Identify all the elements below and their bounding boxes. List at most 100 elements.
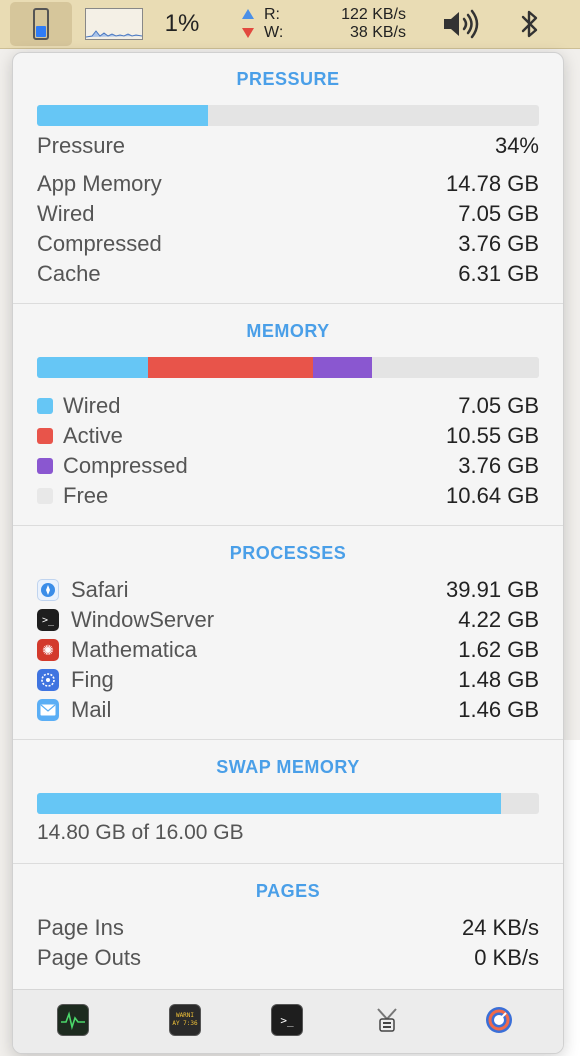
row-value: 1.48 GB [458,667,539,692]
swap-title: SWAP MEMORY [216,757,360,777]
swap-section: SWAP MEMORY 14.80 GB of 16.00 GB [13,739,563,864]
row-label: Mathematica [71,637,197,662]
swap-usage-text: 14.80 GB of 16.00 GB [37,821,244,844]
speaker-icon [444,9,479,39]
bluetooth-icon [521,10,538,38]
row-value: 7.05 GB [458,201,539,226]
pages-row: Page Outs 0 KB/s [37,943,539,973]
swap-bar-fill [37,793,502,814]
row-label: Compressed [63,453,188,478]
pressure-title: PRESSURE [236,69,340,89]
istat-icon[interactable] [483,1004,515,1036]
activity-monitor-icon[interactable] [57,1004,89,1036]
pressure-section: PRESSURE Pressure 34% App Memory 14.78 G… [13,53,563,304]
pages-row: Page Ins 24 KB/s [37,913,539,943]
memory-bar-segment-active [147,357,314,378]
memory-section: MEMORY Wired 7.05 GB Active 10.55 GB Com… [13,303,563,526]
processes-title: PROCESSES [229,543,347,563]
net-read-label: R: [264,6,280,23]
memory-row: Compressed 3.76 GB [37,451,539,481]
row-value: 1.62 GB [458,637,539,662]
terminal-icon[interactable]: >_ [271,1004,303,1036]
memory-row: Active 10.55 GB [37,421,539,451]
pressure-value: 34% [494,133,539,158]
cpu-percent[interactable]: 1% [158,0,206,48]
row-value: 39.91 GB [446,577,539,602]
row-value: 24 KB/s [461,915,539,940]
row-label: Active [63,423,123,448]
terminal-icon: >_ [37,609,59,631]
process-row[interactable]: ✺ Mathematica 1.62 GB [37,635,539,665]
row-label: Free [63,483,109,508]
row-value: 0 KB/s [474,945,539,970]
row-value: 3.76 GB [458,231,539,256]
row-value: 10.55 GB [446,423,539,448]
row-value: 10.64 GB [446,483,539,508]
memory-bar [37,357,539,378]
memory-row: Wired 7.05 GB [37,391,539,421]
free-swatch [37,488,53,504]
row-label: WindowServer [71,607,215,632]
upload-arrow-icon [242,9,254,19]
memory-menu-item[interactable] [10,2,72,46]
pressure-label: Pressure [37,133,126,158]
download-arrow-icon [242,28,254,38]
row-label: Cache [37,261,101,286]
volume-menu-item[interactable] [436,0,486,48]
swap-bar [37,793,539,814]
bluetooth-menu-item[interactable] [510,0,550,48]
row-label: Wired [63,393,121,418]
process-row[interactable]: >_ WindowServer 4.22 GB [37,605,539,635]
memory-bar-segment-compressed [313,357,373,378]
row-value: 7.05 GB [458,393,539,418]
row-value: 4.22 GB [458,607,539,632]
active-swatch [37,428,53,444]
wired-swatch [37,398,53,414]
memory-bar-segment-wired [37,357,148,378]
cpu-graph-menu-item[interactable] [84,0,144,48]
row-value: 14.78 GB [446,171,539,196]
pressure-detail-row: Wired 7.05 GB [37,199,539,229]
net-write-label: W: [264,24,284,41]
pages-title: PAGES [255,881,321,901]
net-read-value: 122 KB/s [341,6,406,23]
process-row[interactable]: Mail 1.46 GB [37,695,539,725]
pages-section: PAGES Page Ins 24 KB/s Page Outs 0 KB/s [13,863,563,989]
row-label: Fing [71,667,114,692]
system-information-icon[interactable] [371,1004,403,1036]
net-write-value: 38 KB/s [349,24,406,41]
pressure-bar [37,105,539,126]
row-label: Page Outs [37,945,141,970]
row-value: 1.46 GB [458,697,539,722]
pressure-bar-fill [37,105,208,126]
fing-icon [37,669,59,691]
row-label: Compressed [37,231,162,256]
console-icon[interactable]: WARNI AY 7:36 [169,1004,201,1036]
mathematica-icon: ✺ [37,639,59,661]
row-label: Mail [71,697,112,722]
row-value: 3.76 GB [458,453,539,478]
cpu-graph-icon [85,8,143,40]
row-value: 6.31 GB [458,261,539,286]
row-label: Safari [71,577,129,602]
process-row[interactable]: Fing 1.48 GB [37,665,539,695]
pressure-detail-row: App Memory 14.78 GB [37,169,539,199]
row-label: Page Ins [37,915,124,940]
pressure-row: Pressure 34% [37,131,539,161]
pressure-detail-row: Cache 6.31 GB [37,259,539,289]
menu-bar: 1% R: W: 122 KB/s 38 KB/s [0,0,580,49]
app-launcher-toolbar: WARNI AY 7:36 >_ [13,989,563,1053]
safari-icon [37,579,59,601]
memory-gauge-icon [33,8,49,40]
mail-icon [37,699,59,721]
process-row[interactable]: Safari 39.91 GB [37,575,539,605]
compressed-swatch [37,458,53,474]
network-menu-item[interactable]: R: W: 122 KB/s 38 KB/s [232,0,412,48]
row-label: App Memory [37,171,162,196]
pressure-detail-row: Compressed 3.76 GB [37,229,539,259]
memory-popover: PRESSURE Pressure 34% App Memory 14.78 G… [12,52,564,1054]
processes-section: PROCESSES Safari 39.91 GB >_ WindowServer… [13,525,563,740]
memory-bar-segment-free [372,357,539,378]
memory-title: MEMORY [246,321,330,341]
row-label: Wired [37,201,95,226]
